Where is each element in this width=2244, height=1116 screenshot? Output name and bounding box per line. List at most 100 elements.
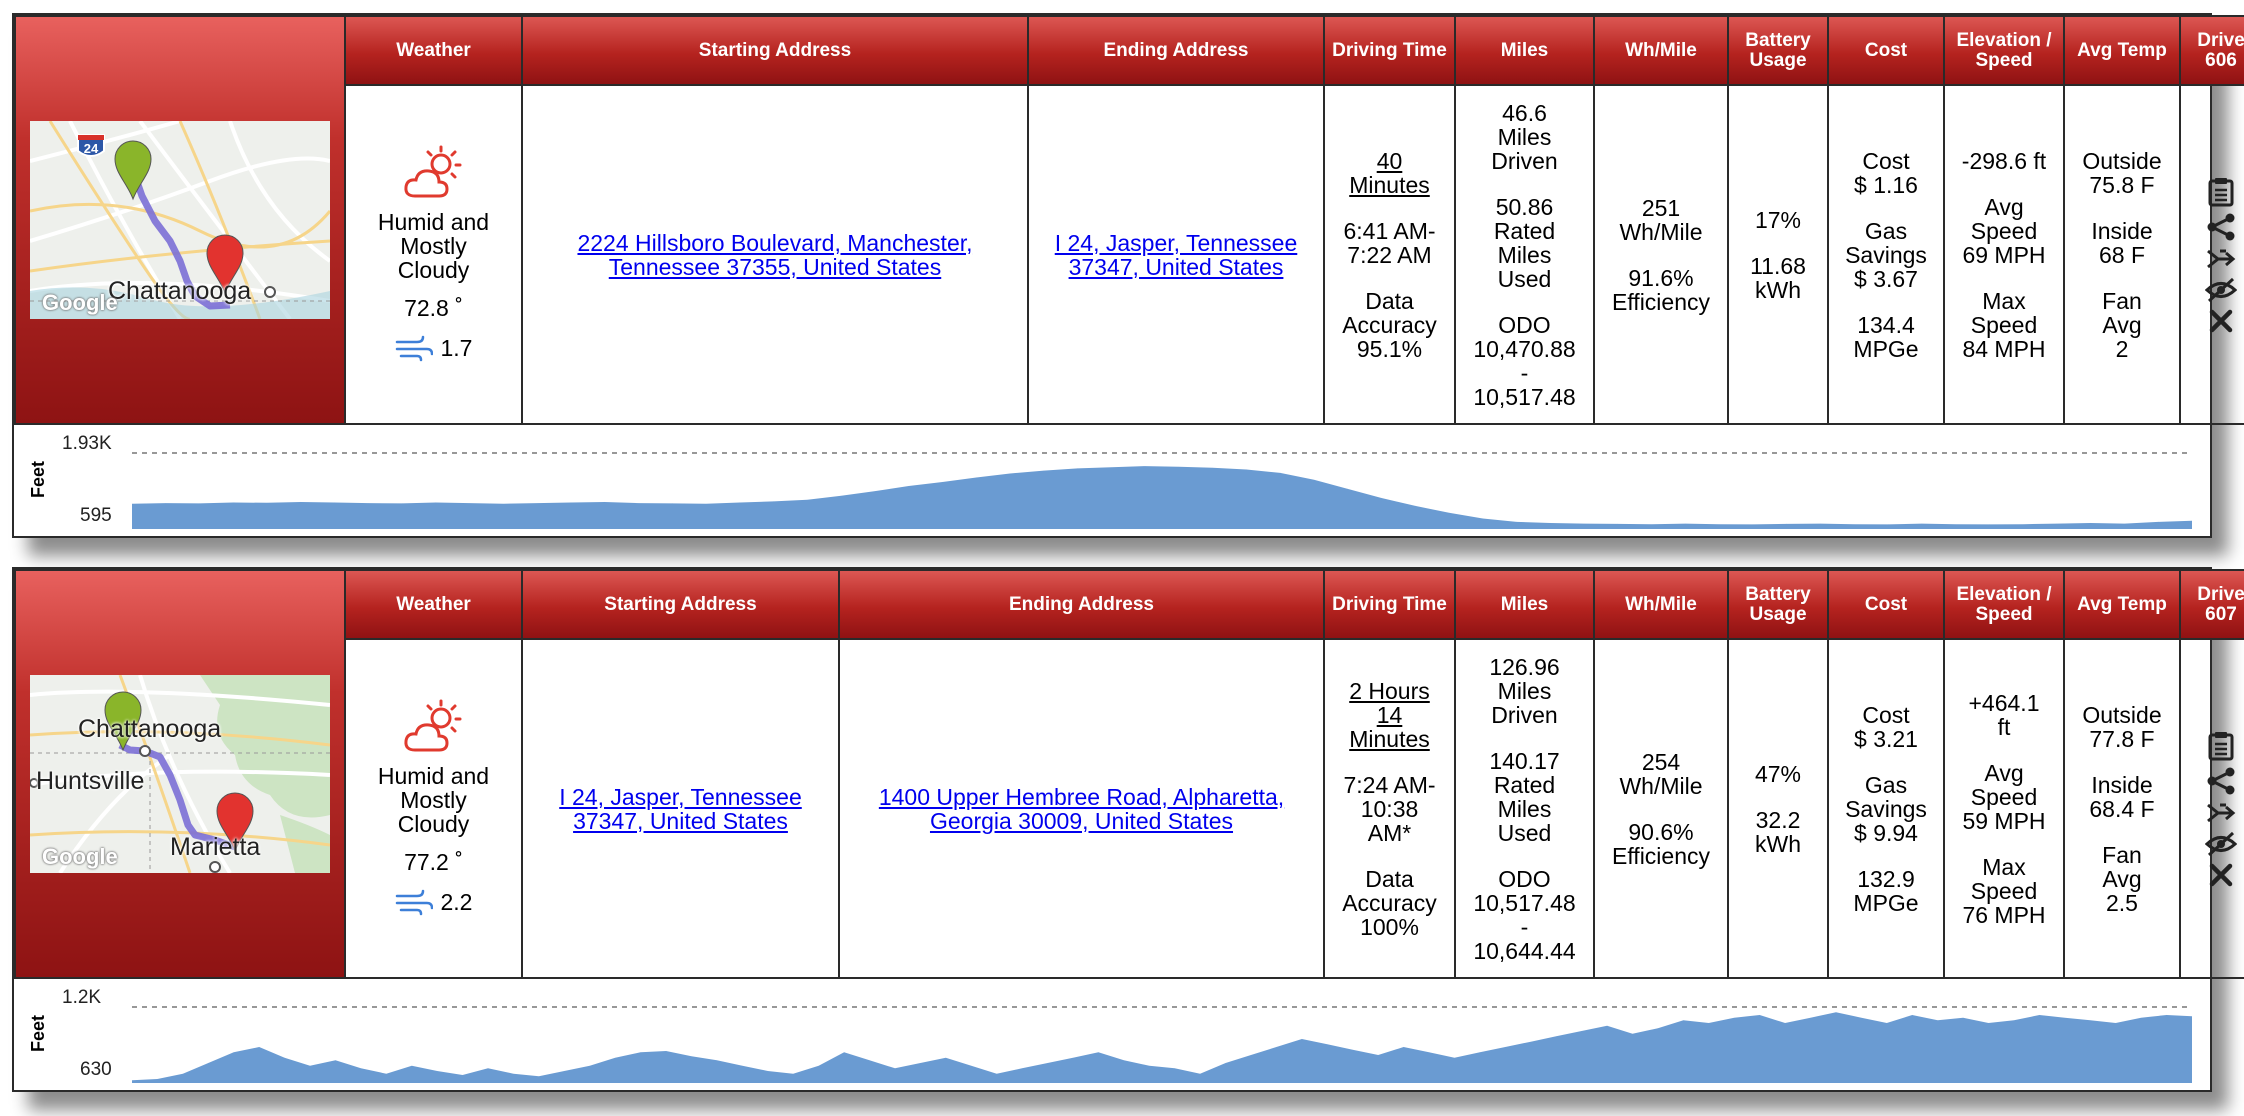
- merge-icon[interactable]: [2206, 801, 2236, 825]
- gas-savings: $ 3.67: [1854, 265, 1918, 292]
- y-axis-label: Feet: [28, 1014, 49, 1053]
- rated-miles: 140.17: [1489, 747, 1560, 774]
- route-map[interactable]: 24 Chattanooga Google: [30, 121, 330, 319]
- rated-miles: 50.86: [1495, 193, 1554, 220]
- outside-temp: Outside: [2082, 701, 2162, 728]
- merge-icon[interactable]: [2206, 247, 2236, 271]
- header-avg-temp: Avg Temp: [2063, 15, 2181, 86]
- partly-cloudy-icon: [403, 699, 461, 751]
- avg-speed: 69 MPH: [1962, 241, 2046, 268]
- efficiency: 91.6%: [1628, 264, 1694, 291]
- miles-driven: Driven: [1491, 701, 1558, 728]
- avg-speed: Speed: [1970, 217, 2038, 244]
- gas-savings: Savings: [1845, 795, 1927, 822]
- duration-link[interactable]: 40: [1325, 149, 1454, 173]
- battery-cell: 17% 11.68 kWh: [1727, 84, 1829, 425]
- duration-link[interactable]: Minutes: [1325, 173, 1454, 197]
- google-watermark: Google: [42, 290, 118, 315]
- close-icon[interactable]: [2209, 309, 2233, 333]
- hide-icon[interactable]: [2205, 277, 2237, 303]
- header-weather: Weather: [344, 569, 523, 640]
- inside-temp: 68.4 F: [2089, 795, 2155, 822]
- wh-per-mile: Wh/Mile: [1619, 218, 1703, 245]
- odometer: ODO: [1498, 311, 1551, 338]
- miles-driven: Miles: [1497, 677, 1552, 704]
- gas-savings: Gas: [1864, 771, 1908, 798]
- odometer: -: [1520, 913, 1529, 940]
- max-speed: 84 MPH: [1962, 335, 2046, 362]
- weather-temp: 72.8 ˚: [404, 294, 463, 321]
- battery-kwh: kWh: [1755, 276, 1801, 303]
- drive-label: Drive: [2197, 29, 2244, 51]
- route-map[interactable]: Chattanooga Huntsville Marietta Google: [30, 675, 330, 873]
- map-cell: Chattanooga Huntsville Marietta Google: [14, 569, 346, 979]
- log-icon[interactable]: [2207, 177, 2235, 207]
- map-city-label: Chattanooga: [108, 277, 252, 305]
- share-icon[interactable]: [2206, 767, 2236, 795]
- mpge: MPGe: [1853, 889, 1919, 916]
- duration-link[interactable]: 14: [1325, 703, 1454, 727]
- end-address-link[interactable]: I 24, Jasper, Tennessee 37347, United St…: [1055, 230, 1298, 280]
- duration-link[interactable]: 2 Hours: [1325, 679, 1454, 703]
- header-ending-address: Ending Address: [1027, 15, 1325, 86]
- miles-cell: 126.96 Miles Driven 140.17 Rated Miles U…: [1454, 638, 1595, 979]
- odometer: ODO: [1498, 865, 1551, 892]
- header-elevation-speed: Elevation / Speed: [1943, 15, 2065, 86]
- efficiency: Efficiency: [1611, 288, 1710, 315]
- elevation-chart: Feet 1.2K 630: [14, 981, 2210, 1090]
- hide-icon[interactable]: [2205, 831, 2237, 857]
- weather-cell: Humid and Mostly Cloudy 72.8 ˚ 1.7: [344, 84, 523, 425]
- elevation-area: [132, 1012, 2192, 1083]
- max-speed: Speed: [1970, 311, 2038, 338]
- wh-per-mile: 251: [1641, 194, 1681, 221]
- wind-value: 2.2: [440, 888, 473, 915]
- max-speed: Speed: [1970, 877, 2038, 904]
- time-range: 6:41 AM-: [1343, 217, 1436, 244]
- map-city-label: Chattanooga: [78, 715, 222, 743]
- elevation-plot: [131, 1006, 2193, 1083]
- time-range: 7:22 AM: [1347, 241, 1432, 268]
- weather-condition: Cloudy: [397, 256, 470, 283]
- fan-avg: Avg: [2102, 865, 2142, 892]
- wh-mile-cell: 251 Wh/Mile 91.6% Efficiency: [1593, 84, 1729, 425]
- wh-mile-cell: 254 Wh/Mile 90.6% Efficiency: [1593, 638, 1729, 979]
- inside-temp: Inside: [2091, 217, 2153, 244]
- drive-card: Chattanooga Huntsville Marietta Google Weat…: [12, 567, 2244, 1092]
- miles-cell: 46.6 Miles Driven 50.86 Rated Miles Used…: [1454, 84, 1595, 425]
- close-icon[interactable]: [2209, 863, 2233, 887]
- driving-time-cell: 40 Minutes 6:41 AM- 7:22 AM Data Accurac…: [1323, 84, 1456, 425]
- weather-condition: Cloudy: [397, 810, 470, 837]
- duration-link[interactable]: Minutes: [1325, 727, 1454, 751]
- header-starting-address: Starting Address: [521, 15, 1029, 86]
- fan-avg: Fan: [2102, 287, 2142, 314]
- end-address-link[interactable]: 1400 Upper Hembree Road, Alpharetta, Geo…: [879, 784, 1284, 834]
- header-ending-address: Ending Address: [838, 569, 1325, 640]
- elevation-change: -298.6 ft: [1961, 147, 2047, 174]
- header-battery-usage: Battery Usage: [1727, 15, 1829, 86]
- wind-value: 1.7: [440, 334, 473, 361]
- share-icon[interactable]: [2206, 213, 2236, 241]
- trip-cost: Cost: [1862, 701, 1910, 728]
- weather-cell: Humid and Mostly Cloudy 77.2 ˚ 2.2: [344, 638, 523, 979]
- avg-speed: Avg: [1984, 193, 2024, 220]
- actions-cell: [2179, 638, 2244, 979]
- rated-miles: Miles: [1497, 795, 1552, 822]
- header-miles: Miles: [1454, 569, 1595, 640]
- log-icon[interactable]: [2207, 731, 2235, 761]
- header-weather: Weather: [344, 15, 523, 86]
- battery-percent: 17%: [1754, 206, 1802, 233]
- rated-miles: Rated: [1493, 771, 1556, 798]
- rated-miles: Used: [1497, 819, 1552, 846]
- weather-condition: Humid and: [377, 208, 490, 235]
- data-accuracy: Data: [1365, 287, 1414, 314]
- weather-condition: Mostly: [400, 232, 467, 259]
- outside-temp: Outside: [2082, 147, 2162, 174]
- elevation-change: +464.1: [1968, 689, 2040, 716]
- header-drive-number: Drive 607: [2179, 569, 2244, 640]
- start-address-link[interactable]: 2224 Hillsboro Boulevard, Manchester, Te…: [577, 230, 972, 280]
- max-speed: Max: [1982, 287, 2026, 314]
- gas-savings: Savings: [1845, 241, 1927, 268]
- start-address-link[interactable]: I 24, Jasper, Tennessee 37347, United St…: [559, 784, 802, 834]
- header-cost: Cost: [1827, 15, 1945, 86]
- rated-miles: Used: [1497, 265, 1552, 292]
